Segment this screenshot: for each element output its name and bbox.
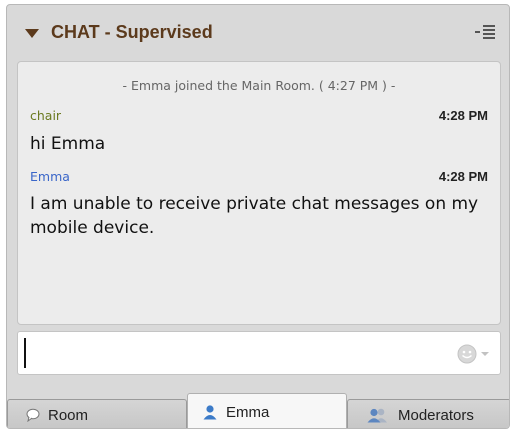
tab-emma[interactable]: Emma (187, 393, 347, 428)
chat-header: CHAT - Supervised (7, 5, 509, 59)
chat-input-box (17, 331, 501, 375)
message-time: 4:28 PM (438, 169, 488, 184)
tab-label: Moderators (398, 406, 474, 424)
user-icon (202, 404, 218, 420)
system-message: - Emma joined the Main Room. ( 4:27 PM )… (122, 78, 396, 93)
message-sender: chair (30, 108, 62, 123)
chat-input[interactable] (24, 338, 444, 368)
message-time: 4:28 PM (438, 108, 488, 123)
tab-label: Emma (226, 403, 270, 421)
chat-panel: CHAT - Supervised - Emma joined the Main… (6, 4, 510, 429)
tab-label: Room (48, 406, 89, 424)
chat-tab-bar: Room Emma Moderators (7, 393, 509, 428)
message-text: hi Emma (30, 134, 106, 154)
tab-moderators[interactable]: Moderators (347, 399, 509, 428)
panel-title: CHAT - Supervised (51, 21, 213, 42)
smiley-icon (457, 344, 489, 364)
panel-menu-icon[interactable] (475, 25, 495, 39)
message-text: I am unable to receive private chat mess… (30, 194, 479, 238)
chat-message-list[interactable]: - Emma joined the Main Room. ( 4:27 PM )… (17, 61, 501, 325)
collapse-triangle-icon[interactable] (25, 28, 39, 38)
speech-bubble-icon (26, 408, 40, 422)
emoji-picker-button[interactable] (456, 343, 490, 365)
message-sender: Emma (30, 169, 70, 184)
tab-room[interactable]: Room (7, 399, 187, 428)
users-icon (366, 407, 390, 423)
